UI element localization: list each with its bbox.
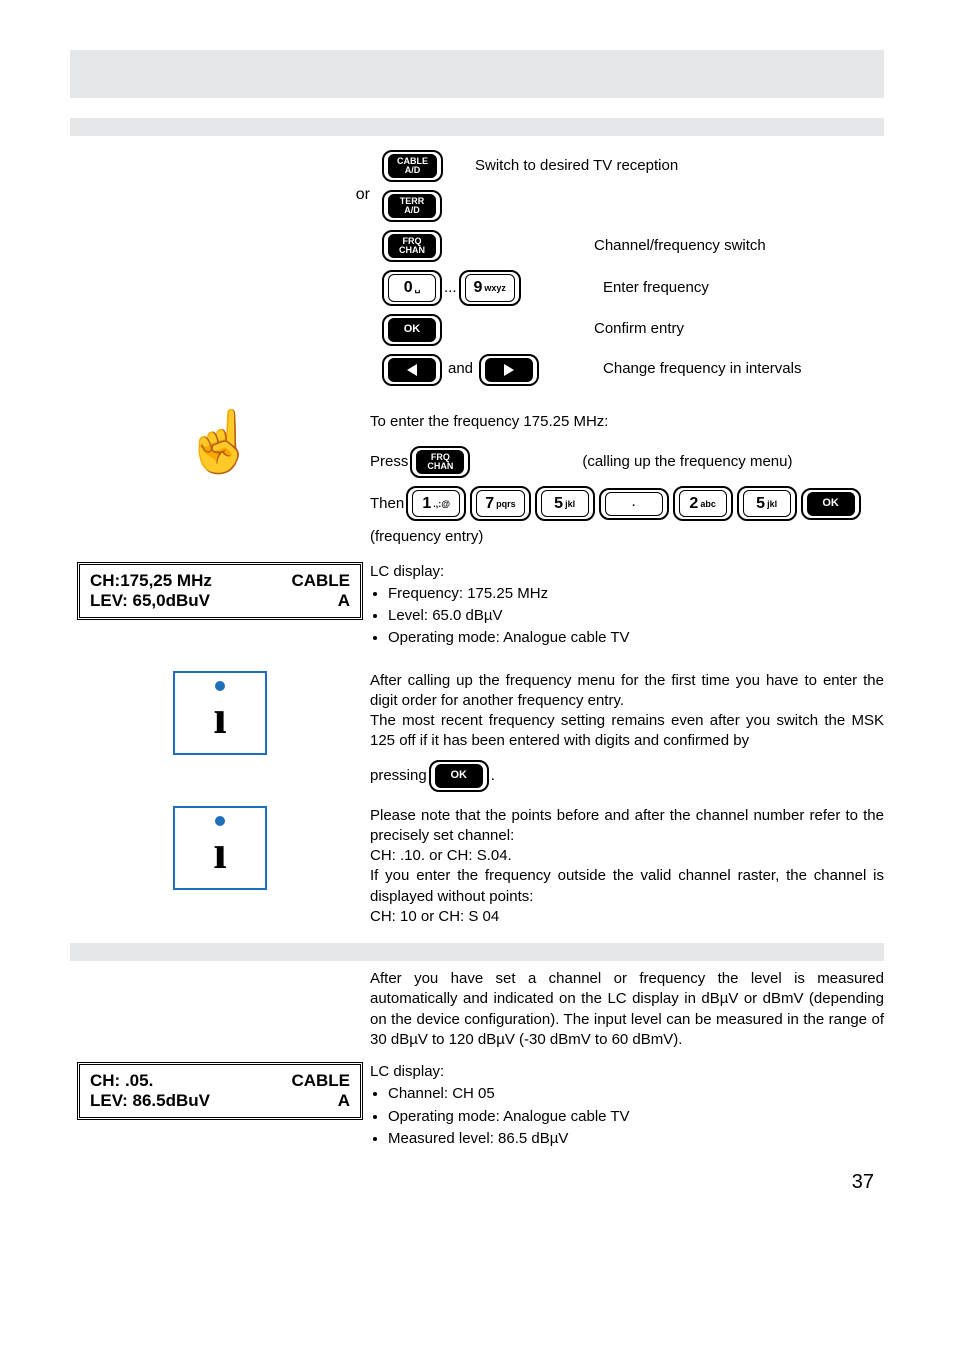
hand-icon: ☝ — [183, 412, 258, 472]
right-arrow-key — [479, 354, 539, 386]
cable-ad-key: CABLE A/D — [382, 150, 443, 182]
nine-key: 9wxyz — [459, 270, 521, 306]
note2-l1: CH: .10. or CH: S.04. — [370, 846, 884, 866]
ellipsis-text: ... — [444, 278, 457, 298]
then-text: Then — [370, 494, 404, 514]
section-bar-1 — [70, 118, 884, 136]
change-intervals-text: Change frequency in intervals — [603, 359, 801, 379]
level-b1: Channel: CH 05 — [388, 1084, 884, 1104]
info-icon-1: ı — [173, 671, 267, 755]
example-intro: To enter the frequency 175.25 MHz: — [370, 412, 884, 432]
note2-p2: If you enter the frequency outside the v… — [370, 866, 884, 907]
chan-freq-text: Channel/frequency switch — [594, 236, 766, 256]
enter-freq-text: Enter frequency — [603, 278, 709, 298]
calling-text: (calling up the frequency menu) — [582, 452, 792, 472]
pressing-text: pressing — [370, 766, 427, 786]
freq-entry-text: (frequency entry) — [370, 527, 884, 547]
level-title: LC display: — [370, 1062, 884, 1082]
seven-key: 7pqrs — [470, 486, 530, 522]
note1-p2: The most recent frequency setting remain… — [370, 711, 884, 752]
ok-key-2: OK — [801, 488, 861, 520]
ok-key-3: OK — [429, 760, 489, 792]
note2-p1: Please note that the points before and a… — [370, 806, 884, 847]
one-key: 1.,:@ — [406, 486, 466, 522]
five-key-a: 5jkl — [535, 486, 595, 522]
period: . — [491, 766, 495, 786]
left-arrow-key — [382, 354, 442, 386]
level-p1: After you have set a channel or frequenc… — [370, 969, 884, 1050]
two-key: 2abc — [673, 486, 733, 522]
lcd-display-1: CH:175,25 MHzCABLE LEV: 65,0dBuVA — [77, 562, 363, 620]
lcd-display-2: CH: .05.CABLE LEV: 86.5dBuVA — [77, 1062, 363, 1120]
header-bar — [70, 50, 884, 98]
ok-key: OK — [382, 314, 442, 346]
level-b3: Measured level: 86.5 dBµV — [388, 1129, 884, 1149]
lcd-title: LC display: — [370, 562, 884, 582]
section-bar-2 — [70, 943, 884, 961]
lcd-b1: Frequency: 175.25 MHz — [388, 584, 884, 604]
frq-chan-key: FRQ CHAN — [382, 230, 442, 262]
terr-ad-key: TERR A/D — [382, 190, 442, 222]
level-b2: Operating mode: Analogue cable TV — [388, 1107, 884, 1127]
confirm-text: Confirm entry — [594, 319, 684, 339]
and-text: and — [448, 359, 473, 379]
zero-key: 0␣ — [382, 270, 442, 306]
page-number: 37 — [70, 1171, 884, 1194]
switch-reception-text: Switch to desired TV reception — [475, 156, 678, 176]
note1-p1: After calling up the frequency menu for … — [370, 671, 884, 712]
five-key-b: 5jkl — [737, 486, 797, 522]
note2-l2: CH: 10 or CH: S 04 — [370, 907, 884, 927]
press-text: Press — [370, 452, 408, 472]
lcd-b2: Level: 65.0 dBµV — [388, 606, 884, 626]
or-text: or — [356, 186, 370, 204]
dot-key: . — [599, 488, 669, 520]
info-icon-2: ı — [173, 806, 267, 890]
lcd-b3: Operating mode: Analogue cable TV — [388, 628, 884, 648]
frq-chan-key-2: FRQ CHAN — [410, 446, 470, 478]
